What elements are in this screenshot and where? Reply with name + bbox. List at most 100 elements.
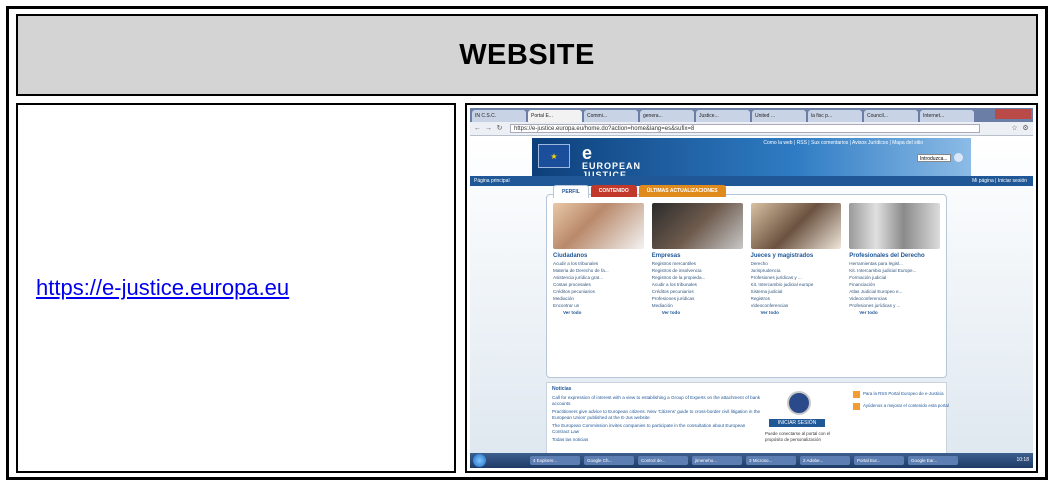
taskbar-item[interactable]: 4 Explorer... [530,456,580,465]
list-item[interactable]: Profesiones jurídicas y ... [849,302,940,309]
site-banner: ★ e EUROPEAN JUSTICE Como la web | RSS |… [532,138,971,180]
list-item[interactable]: Créditos pecuniarios [652,288,743,295]
browser-tab-active[interactable]: Portal E... [528,110,582,122]
list-item[interactable]: Kit. Intercambio judicial Europe... [849,267,940,274]
browser-tab[interactable]: Commi... [584,110,638,122]
see-all-link[interactable]: Ver todo [652,310,743,315]
reload-icon[interactable]: ↻ [495,124,504,133]
list-item[interactable]: Kit. Intercambio judicial europe [751,281,842,288]
see-all-link[interactable]: Ver todo [553,310,644,315]
news-item[interactable]: Practitioners give advice to European ci… [552,409,762,421]
list-item[interactable]: Videoconferencias [751,302,842,309]
window-controls[interactable] [995,109,1031,119]
back-icon[interactable]: ← [473,124,482,133]
business-photo [651,203,743,249]
browser-tab[interactable]: la fisc p... [808,110,862,122]
home-link[interactable]: Página principal [474,176,510,186]
start-button-icon[interactable] [473,454,486,467]
taskbar-item[interactable]: Portal Eur... [854,456,904,465]
all-news-link[interactable]: Todas las noticias [552,437,762,443]
taskbar-item[interactable]: Google Ear... [908,456,958,465]
table-link-cell: https://e-justice.europa.eu [16,103,456,473]
account-links[interactable]: Mi página | Iniciar sesión [972,176,1027,186]
column-jueces: Jueces y magistrados Derecho Jurispruden… [750,203,842,371]
column-title[interactable]: Ciudadanos [553,253,644,260]
tab-perfil[interactable]: PERFIL [553,185,589,198]
forward-icon[interactable]: → [484,124,493,133]
document-page: WEBSITE https://e-justice.europa.eu IN C… [0,0,1054,486]
list-item[interactable]: Atlas Judicial Europeo e... [849,288,940,295]
list-item[interactable]: Jurisprudencia [751,267,842,274]
list-item[interactable]: Mediación [652,302,743,309]
list-item[interactable]: Formación judicial [849,274,940,281]
wrench-icon[interactable]: ⚙ [1021,124,1030,133]
login-button[interactable]: INICIAR SESIÓN [769,419,825,427]
judges-photo [750,203,842,249]
website-screenshot: IN C.S.C. Portal E... Commi... genera...… [470,108,1033,468]
list-item[interactable]: Derecho [751,260,842,267]
tab-actualizaciones[interactable]: ÚLTIMAS ACTUALIZACIONES [638,185,726,197]
taskbar-item[interactable]: Google Ch... [584,456,634,465]
browser-tab[interactable]: genera... [640,110,694,122]
news-item[interactable]: Call for expression of interest with a v… [552,395,762,407]
column-title[interactable]: Empresas [652,253,743,260]
list-item[interactable]: Registros de insolvencia [652,267,743,274]
column-title[interactable]: Profesionales del Derecho [849,253,940,260]
windows-taskbar: 4 Explorer... Google Ch... Control de...… [470,453,1033,468]
list-item[interactable]: Créditos pecuniarios [553,288,644,295]
list-item[interactable]: Registros mercantiles [652,260,743,267]
eu-flag-icon: ★ [538,144,570,168]
rss-item[interactable]: Ayúdenos a mejorar el contenido esta por… [853,403,973,410]
list-item[interactable]: Sistema judicial [751,288,842,295]
list-item[interactable]: Encontrar un [553,302,644,309]
tab-contenido[interactable]: CONTENIDO [590,185,637,197]
browser-tab[interactable]: Justice... [696,110,750,122]
seal-icon [787,391,811,415]
news-list: Call for expression of interest with a v… [552,395,762,445]
list-item[interactable]: Financiación [849,281,940,288]
website-link[interactable]: https://e-justice.europa.eu [36,275,289,301]
list-item[interactable]: Videoconferencias [849,295,940,302]
taskbar-item[interactable]: Control de... [638,456,688,465]
news-item[interactable]: The European Commission invites companie… [552,423,762,435]
browser-tab[interactable]: IN C.S.C. [472,110,526,122]
news-heading: Noticias [552,386,572,392]
login-description: Puede conectarse al portal con el propós… [765,431,831,442]
browser-address-bar: ← → ↻ https://e-justice.europa.eu/home.d… [470,122,1033,136]
site-logo[interactable]: e EUROPEAN JUSTICE [582,144,641,180]
list-item[interactable]: Acudir a los tribunales [652,281,743,288]
column-profesionales: Profesionales del Derecho Herramientas p… [849,203,940,371]
column-ciudadanos: Ciudadanos Acudir a los tribunales Mater… [553,203,644,371]
list-item[interactable]: Herramientas para legisl... [849,260,940,267]
list-item[interactable]: Profesiones jurídicas y ... [751,274,842,281]
star-icon[interactable]: ☆ [1010,124,1019,133]
table-header-cell: WEBSITE [16,14,1038,96]
rss-item[interactable]: Para la RSS Portal Europeo de e-Justicia [853,391,973,398]
see-all-link[interactable]: Ver todo [849,310,940,315]
url-field[interactable]: https://e-justice.europa.eu/home.do?acti… [510,124,980,133]
site-search-input[interactable]: Introduzca... [917,154,951,162]
search-go-icon[interactable] [954,153,963,162]
top-links[interactable]: Como la web | RSS | Sus comentarios | Av… [763,140,923,146]
panel-tabs: PERFIL CONTENIDO ÚLTIMAS ACTUALIZACIONES [553,185,726,198]
profile-panel: PERFIL CONTENIDO ÚLTIMAS ACTUALIZACIONES… [546,185,947,378]
browser-tab[interactable]: Internet... [920,110,974,122]
list-item[interactable]: Costas procesales [553,281,644,288]
taskbar-item[interactable]: 3 Microso... [746,456,796,465]
list-item[interactable]: Materia de Derecho de fa... [553,267,644,274]
browser-tab-bar: IN C.S.C. Portal E... Commi... genera...… [470,108,1033,122]
see-all-link[interactable]: Ver todo [751,310,842,315]
taskbar-item[interactable]: jimeneho... [692,456,742,465]
list-item[interactable]: Acudir a los tribunales [553,260,644,267]
list-item[interactable]: Registros de la propieda... [652,274,743,281]
list-item[interactable]: Profesiones jurídicas [652,295,743,302]
browser-tab[interactable]: United ... [752,110,806,122]
column-empresas: Empresas Registros mercantiles Registros… [651,203,743,371]
browser-tab[interactable]: Council... [864,110,918,122]
citizens-photo [553,203,644,249]
list-item[interactable]: Mediación [553,295,644,302]
list-item[interactable]: Asistencia jurídica grat... [553,274,644,281]
list-item[interactable]: Registros [751,295,842,302]
column-title[interactable]: Jueces y magistrados [751,253,842,260]
taskbar-item[interactable]: 2 Adobe... [800,456,850,465]
